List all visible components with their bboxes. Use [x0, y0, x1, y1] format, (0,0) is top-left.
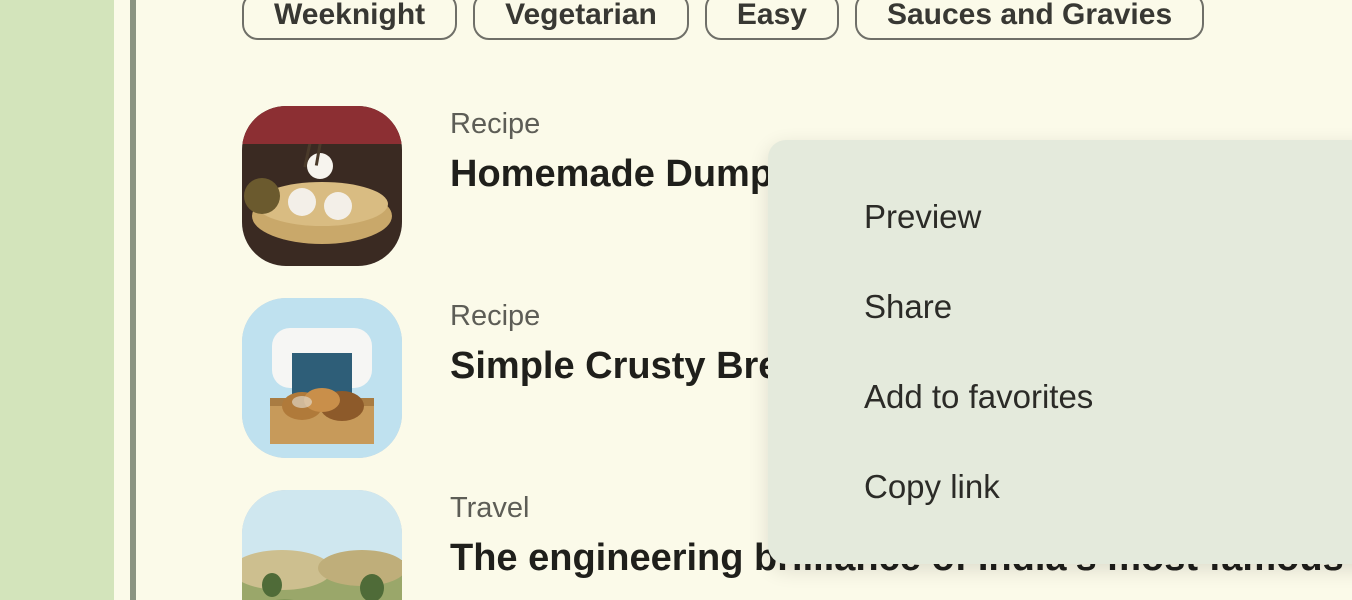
sidebar-divider — [114, 0, 136, 600]
item-category: Recipe — [450, 108, 862, 141]
chip-sauces-and-gravies[interactable]: Sauces and Gravies — [855, 0, 1204, 40]
chip-easy[interactable]: Easy — [705, 0, 839, 40]
menu-item-share[interactable]: Share — [768, 262, 1352, 352]
menu-item-copy-link[interactable]: Copy link — [768, 442, 1352, 532]
sidebar-accent — [0, 0, 114, 600]
recipe-thumbnail — [242, 298, 402, 458]
filter-chips-row: Weeknight Vegetarian Easy Sauces and Gra… — [242, 0, 1352, 40]
menu-item-add-to-favorites[interactable]: Add to favorites — [768, 352, 1352, 442]
chip-weeknight[interactable]: Weeknight — [242, 0, 457, 40]
main-content: Weeknight Vegetarian Easy Sauces and Gra… — [136, 0, 1352, 600]
menu-item-preview[interactable]: Preview — [768, 172, 1352, 262]
context-menu: Preview Share Add to favorites Copy link — [768, 140, 1352, 564]
chip-vegetarian[interactable]: Vegetarian — [473, 0, 689, 40]
recipe-thumbnail — [242, 106, 402, 266]
article-thumbnail — [242, 490, 402, 600]
